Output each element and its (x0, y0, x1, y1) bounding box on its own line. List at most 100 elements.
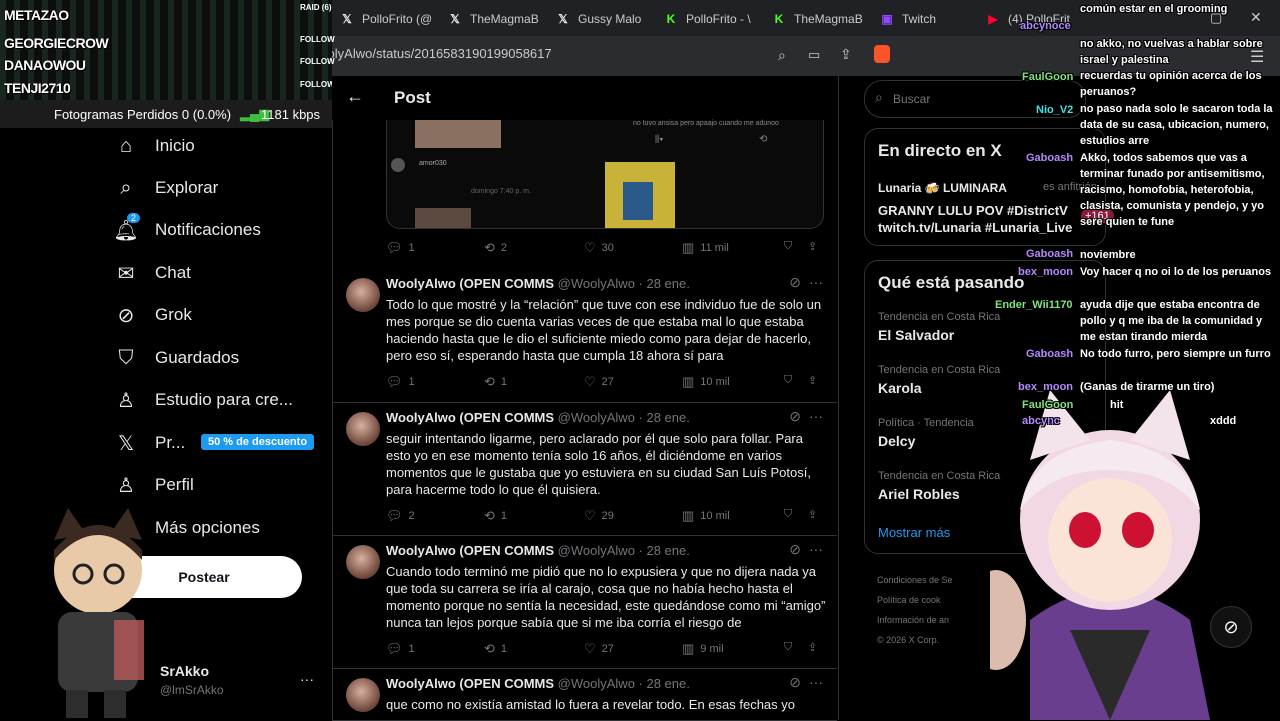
bookmark-icon[interactable]: ⛉ (784, 641, 792, 654)
replie-button[interactable]: 💬︎ 2 (386, 508, 415, 524)
reply-icon: 💬︎ (386, 641, 403, 656)
views-count: 10 mil (700, 510, 730, 522)
stream-raid-panel: METAZAO RAID (6) GEORGIECROW FOLLOW DANA… (0, 0, 335, 100)
nav-item-guardados[interactable]: ⛉ Guardados (115, 347, 240, 369)
tweet-author-line[interactable]: WoolyAlwo (OPEN COMMS @WoolyAlwo · 28 en… (386, 410, 690, 425)
grok-icon[interactable]: ⊘ (789, 541, 801, 558)
embedded-media[interactable]: amor030 domingo 7:40 p. m. no tuvo ansis… (386, 120, 824, 229)
more-icon[interactable]: ··· (809, 408, 823, 424)
chat-username: abcynoce (1020, 18, 1071, 34)
view-button[interactable]: ▥ 10 mil (682, 508, 730, 524)
author-name[interactable]: WoolyAlwo (OPEN COMMS (386, 410, 554, 425)
show-more-link[interactable]: Mostrar más (878, 525, 950, 540)
account-more-icon[interactable]: ··· (300, 671, 314, 687)
nav-item-explorar[interactable]: ⌕ Explorar (115, 177, 218, 199)
reposts-count: 1 (500, 376, 508, 388)
trend-name[interactable]: Karola (878, 380, 922, 396)
share-icon[interactable]: ⇪ (840, 46, 852, 63)
share-icon[interactable]: ⇪ (808, 641, 817, 654)
footer-link[interactable]: Información de an (877, 610, 997, 630)
view-button[interactable]: ▥ 9 mil (682, 641, 724, 657)
repost-button[interactable]: ⟲ 2 (484, 240, 507, 256)
replies-count: 2 (408, 510, 415, 522)
view-button[interactable]: ▥ 11 mil (682, 240, 729, 256)
browser-tab[interactable]: 𝕏 Gussy Malo (556, 6, 656, 32)
repost-button[interactable]: ⟲ 1 (484, 374, 507, 390)
bookmark-icon[interactable]: ⛉ (784, 240, 792, 253)
avatar[interactable] (346, 278, 380, 312)
grok-icon[interactable]: ⊘ (789, 408, 801, 425)
search-placeholder[interactable]: Buscar (893, 92, 930, 106)
brave-shield-icon[interactable] (874, 45, 890, 63)
chat-message: Voy hacer q no oi lo de los peruanos (1080, 266, 1272, 278)
tweet[interactable]: WoolyAlwo (OPEN COMMS @WoolyAlwo · 28 en… (332, 402, 837, 536)
browser-tab[interactable]: ▣ Twitch (880, 6, 980, 32)
nav-label: Inicio (155, 136, 195, 155)
cast-icon[interactable]: ▭ (808, 47, 820, 63)
tweet[interactable]: WoolyAlwo (OPEN COMMS @WoolyAlwo · 28 en… (332, 268, 837, 403)
author-name[interactable]: WoolyAlwo (OPEN COMMS (386, 543, 554, 558)
avatar[interactable] (346, 678, 380, 712)
share-icon[interactable]: ⇪ (808, 508, 817, 521)
tweet[interactable]: WoolyAlwo (OPEN COMMS @WoolyAlwo · 28 en… (332, 535, 837, 669)
trend-name[interactable]: Delcy (878, 433, 915, 449)
nav-item-chat[interactable]: ✉ Chat (115, 262, 191, 285)
live-description[interactable]: GRANNY LULU POV #DistrictV twitch.tv/Lun… (878, 202, 1088, 236)
author-name[interactable]: WoolyAlwo (OPEN COMMS (386, 676, 554, 691)
avatar[interactable] (346, 412, 380, 446)
nav-item-perfil[interactable]: ♙ Perfil (115, 474, 194, 497)
trend-name[interactable]: Ariel Robles (878, 486, 960, 502)
repost-button[interactable]: ⟲ 1 (484, 508, 507, 524)
browser-tab[interactable]: K TheMagmaB (772, 6, 872, 32)
footer-link[interactable]: Condiciones de Se (877, 570, 997, 590)
nav-item-pr[interactable]: 𝕏 Pr... (115, 432, 185, 455)
grok-icon[interactable]: ⊘ (789, 274, 801, 291)
like-button[interactable]: ♡ 30 (584, 240, 614, 256)
repost-button[interactable]: ⟲ 1 (484, 641, 507, 657)
like-button[interactable]: ♡ 27 (584, 374, 614, 390)
like-button[interactable]: ♡ 27 (584, 641, 614, 657)
tab-label: PolloFrito - \ (686, 12, 751, 26)
footer-link[interactable]: Política de cook (877, 590, 997, 610)
chat-message: no paso nada solo le sacaron toda la dat… (1080, 103, 1273, 147)
tweet-author-line[interactable]: WoolyAlwo (OPEN COMMS @WoolyAlwo · 28 en… (386, 276, 690, 291)
browser-tab[interactable]: 𝕏 TheMagmaB (448, 6, 548, 32)
replie-button[interactable]: 💬︎ 1 (386, 641, 415, 657)
premium-discount-badge[interactable]: 50 % de descuento (201, 434, 315, 450)
chat-username: Nio_V2 (1036, 102, 1073, 118)
more-icon[interactable]: ··· (809, 541, 823, 557)
account-handle[interactable]: @lmSrAkko (160, 683, 224, 697)
trend-name[interactable]: El Salvador (878, 327, 954, 343)
bookmark-icon[interactable]: ⛉ (784, 508, 792, 521)
tweet[interactable]: WoolyAlwo (OPEN COMMS @WoolyAlwo · 28 en… (332, 668, 837, 721)
grok-float-icon[interactable]: ⊘ (1210, 606, 1252, 648)
replie-button[interactable]: 💬︎ 1 (386, 374, 415, 390)
raid-name: GEORGIECROW (4, 35, 109, 51)
tweet-author-line[interactable]: WoolyAlwo (OPEN COMMS @WoolyAlwo · 28 en… (386, 676, 690, 691)
obs-stats-bar: Fotogramas Perdidos 0 (0.0%) ▂▄▆ 1181 kb… (0, 100, 332, 128)
browser-tab[interactable]: 𝕏 PolloFrito (@ (340, 6, 440, 32)
bookmark-icon[interactable]: ⛉ (784, 374, 792, 387)
nav-item-grok[interactable]: ⊘ Grok (115, 304, 192, 327)
nav-item-inicio[interactable]: ⌂ Inicio (115, 135, 195, 157)
like-button[interactable]: ♡ 29 (584, 508, 614, 524)
view-button[interactable]: ▥ 10 mil (682, 374, 730, 390)
likes-count: 27 (601, 376, 614, 388)
nav-item-notificaciones[interactable]: 🔔︎ Notificaciones 2 (113, 213, 261, 242)
tweet-author-line[interactable]: WoolyAlwo (OPEN COMMS @WoolyAlwo · 28 en… (386, 543, 690, 558)
more-icon[interactable]: ··· (809, 274, 823, 290)
avatar[interactable] (346, 545, 380, 579)
more-icon[interactable]: ··· (809, 674, 823, 690)
nav-item-estudio-para-cre[interactable]: ♙ Estudio para cre... (115, 389, 293, 412)
chat-username: Gaboash (1026, 346, 1073, 362)
browser-tab[interactable]: K PolloFrito - \ (664, 6, 764, 32)
share-icon[interactable]: ⇪ (808, 374, 817, 387)
grok-icon[interactable]: ⊘ (789, 674, 801, 691)
author-name[interactable]: WoolyAlwo (OPEN COMMS (386, 276, 554, 291)
back-arrow-icon[interactable]: ← (346, 86, 364, 107)
share-icon[interactable]: ⇪ (808, 240, 817, 253)
zoom-icon[interactable]: ⌕ (778, 47, 786, 64)
replie-button[interactable]: 💬︎ 1 (386, 240, 415, 256)
live-host[interactable]: Lunaria 🍻 LUMINARA (878, 181, 1007, 195)
nav-label: Notificaciones (155, 220, 261, 239)
